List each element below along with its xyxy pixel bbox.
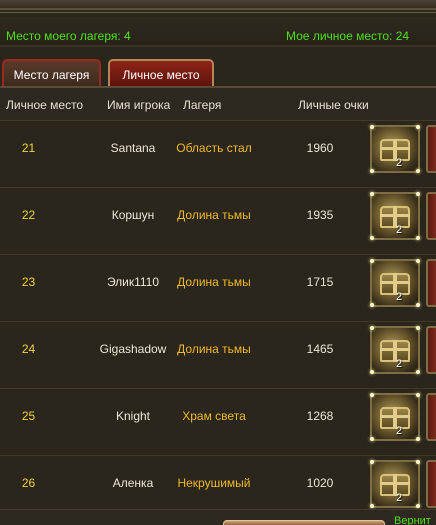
row-camp: Долина тьмы (177, 342, 251, 356)
red-chest-icon[interactable] (426, 259, 436, 307)
row-camp: Долина тьмы (177, 208, 251, 222)
table-row: 21 Santana Область стал 1960 2 (0, 121, 436, 188)
red-chest-icon[interactable] (426, 192, 436, 240)
camp-place-text: Место моего лагеря: 4 (6, 29, 131, 43)
row-points: 1935 (306, 208, 334, 222)
reward-count: 2 (396, 291, 403, 303)
row-rank: 21 (21, 141, 36, 155)
red-chest-icon[interactable] (426, 326, 436, 374)
table-row: 24 Gigashadow Долина тьмы 1465 2 (0, 322, 436, 389)
row-camp: Храм света (182, 409, 246, 423)
row-rank: 22 (21, 208, 36, 222)
treasure-chest-icon[interactable]: 2 (370, 326, 420, 374)
red-chest-icon[interactable] (426, 125, 436, 173)
treasure-chest-icon[interactable]: 2 (370, 259, 420, 307)
bottom-button[interactable] (223, 520, 385, 525)
row-camp: Долина тьмы (177, 275, 251, 289)
tab-personal-place[interactable]: Личное место (108, 59, 214, 88)
treasure-chest-icon[interactable]: 2 (370, 393, 420, 441)
treasure-chest-icon[interactable]: 2 (370, 192, 420, 240)
row-rank: 25 (21, 409, 36, 423)
header-personal-points: Личные очки (298, 98, 369, 112)
header-player-name: Имя игрока (107, 98, 171, 112)
row-rank: 24 (21, 342, 36, 356)
row-rank: 23 (21, 275, 36, 289)
row-points: 1268 (306, 409, 334, 423)
row-points: 1465 (306, 342, 334, 356)
reward-count: 2 (396, 358, 403, 370)
header-personal-place: Личное место (6, 98, 84, 112)
table-row: 22 Коршун Долина тьмы 1935 2 (0, 188, 436, 255)
table-header: Личное место Имя игрока Лагеря Личные оч… (0, 88, 436, 121)
header-camp: Лагеря (183, 98, 222, 112)
row-camp: Некрушимый (177, 476, 251, 490)
bottom-bar: Вернит (0, 509, 436, 525)
return-link[interactable]: Вернит (394, 515, 431, 525)
row-rank: 26 (21, 476, 36, 490)
row-points: 1960 (306, 141, 334, 155)
reward-count: 2 (396, 224, 403, 236)
treasure-chest-icon[interactable]: 2 (370, 125, 420, 173)
reward-count: 2 (396, 492, 403, 504)
red-chest-icon[interactable] (426, 460, 436, 508)
top-frame (0, 0, 436, 13)
tab-bar: Место лагеря Личное место (0, 56, 436, 88)
treasure-chest-icon[interactable]: 2 (370, 460, 420, 508)
table-row: 25 Knight Храм света 1268 2 (0, 389, 436, 456)
row-points: 1715 (306, 275, 334, 289)
reward-count: 2 (396, 157, 403, 169)
row-camp: Область стал (176, 141, 252, 155)
row-points: 1020 (306, 476, 334, 490)
personal-place-text: Мое личное место: 24 (286, 29, 410, 43)
info-bar: Место моего лагеря: 4 Мое личное место: … (0, 17, 436, 47)
red-chest-icon[interactable] (426, 393, 436, 441)
tab-camp-place[interactable]: Место лагеря (2, 59, 101, 88)
reward-count: 2 (396, 425, 403, 437)
table-row: 23 Элик1110 Долина тьмы 1715 2 (0, 255, 436, 322)
